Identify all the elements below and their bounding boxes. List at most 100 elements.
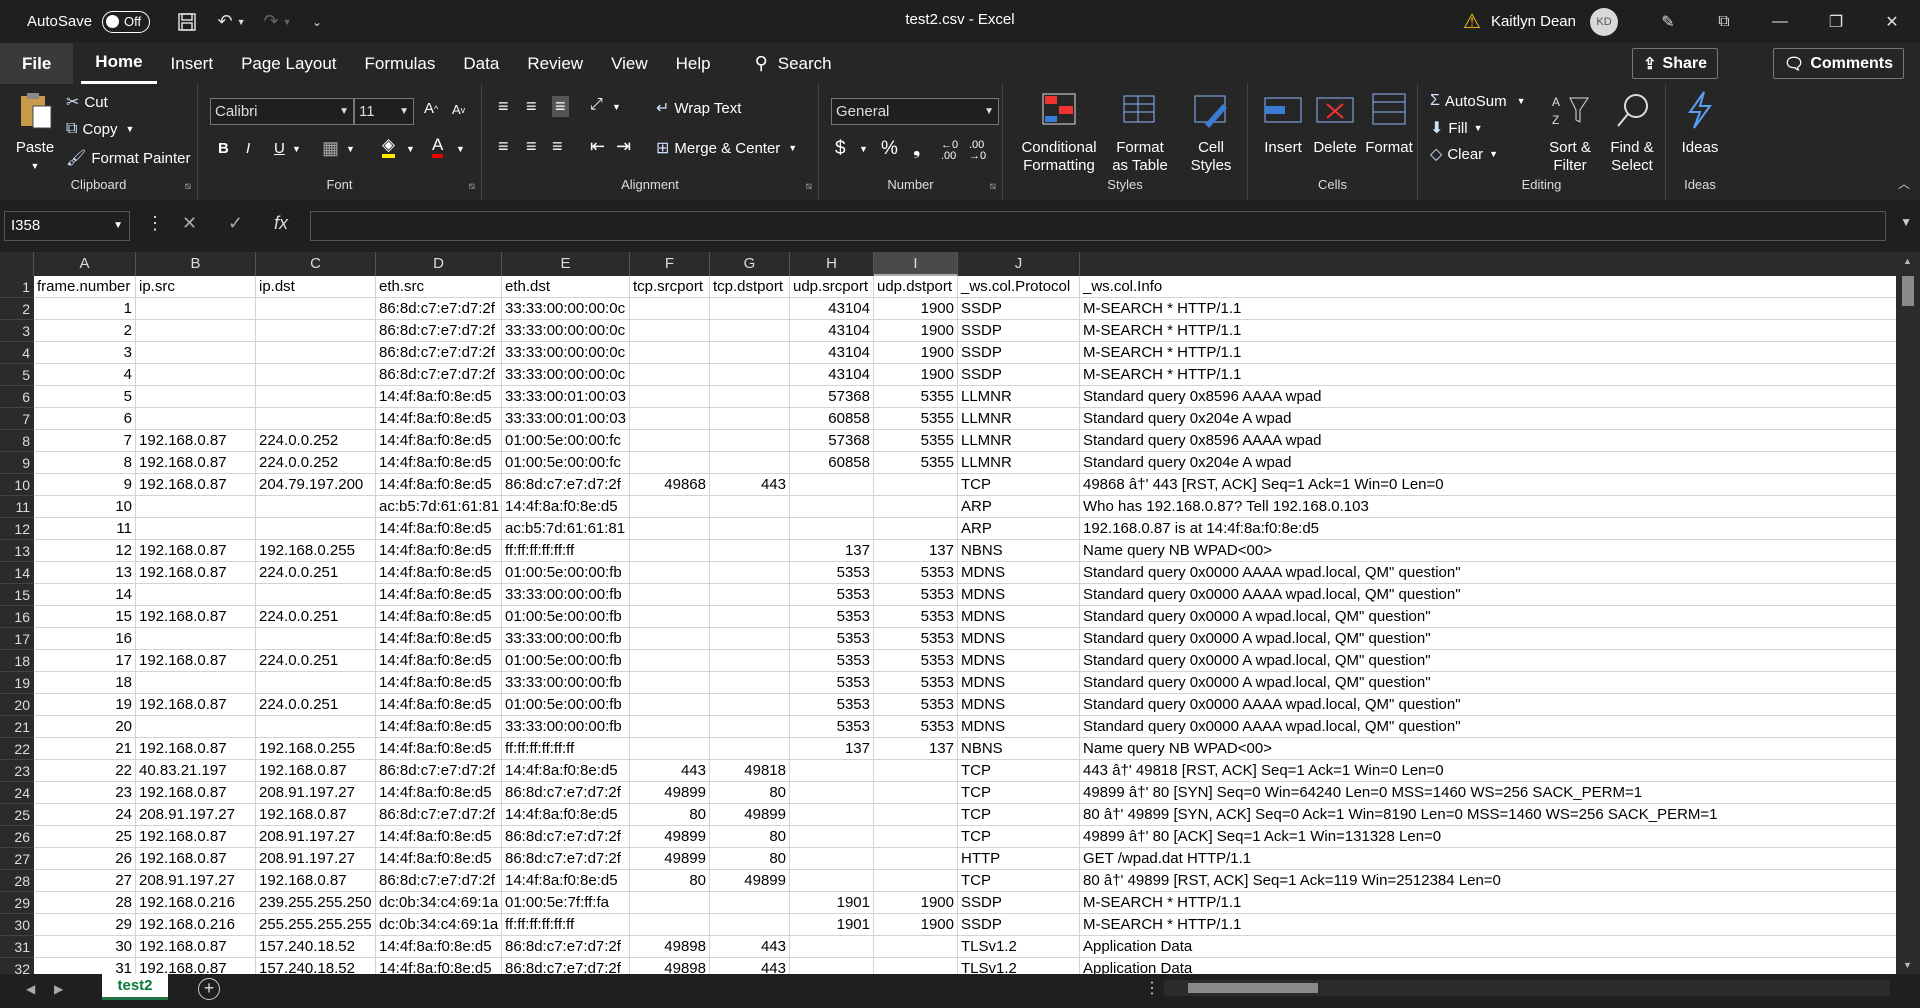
table-cell[interactable]: LLMNR: [958, 452, 1080, 474]
table-cell[interactable]: 86:8d:c7:e7:d7:2f: [376, 870, 502, 892]
table-cell[interactable]: 208.91.197.27: [256, 782, 376, 804]
warning-icon[interactable]: ⚠: [1463, 9, 1481, 34]
align-left-icon[interactable]: ≡: [498, 136, 509, 157]
table-cell[interactable]: TLSv1.2: [958, 958, 1080, 974]
table-cell[interactable]: TCP: [958, 474, 1080, 496]
table-cell[interactable]: dc:0b:34:c4:69:1a: [376, 914, 502, 936]
table-cell[interactable]: [710, 342, 790, 364]
table-cell[interactable]: 14:4f:8a:f0:8e:d5: [376, 386, 502, 408]
table-cell[interactable]: 224.0.0.251: [256, 562, 376, 584]
table-cell[interactable]: [710, 694, 790, 716]
table-cell[interactable]: 10: [34, 496, 136, 518]
table-cell[interactable]: MDNS: [958, 694, 1080, 716]
font-name-select[interactable]: Calibri ▼: [210, 98, 354, 125]
italic-button[interactable]: I: [246, 140, 250, 157]
table-cell[interactable]: 49899 â†' 80 [SYN] Seq=0 Win=64240 Len=0…: [1080, 782, 1920, 804]
table-cell[interactable]: 86:8d:c7:e7:d7:2f: [376, 804, 502, 826]
table-cell[interactable]: 1900: [874, 342, 958, 364]
table-cell[interactable]: 33:33:00:01:00:03: [502, 386, 630, 408]
format-cells-button[interactable]: Format: [1362, 90, 1416, 157]
table-cell[interactable]: 80: [710, 848, 790, 870]
table-cell[interactable]: 15: [34, 606, 136, 628]
table-cell[interactable]: 192.168.0.87: [256, 760, 376, 782]
table-cell[interactable]: 01:00:5e:00:00:fc: [502, 430, 630, 452]
table-cell[interactable]: [874, 958, 958, 974]
table-cell[interactable]: [710, 606, 790, 628]
table-cell[interactable]: SSDP: [958, 364, 1080, 386]
table-cell[interactable]: Standard query 0x204e A wpad: [1080, 452, 1920, 474]
conditional-formatting-button[interactable]: Conditional Formatting: [1019, 90, 1099, 175]
format-as-table-button[interactable]: Format as Table: [1107, 90, 1173, 175]
orientation-icon[interactable]: ⤢: [590, 96, 603, 114]
table-cell[interactable]: 208.91.197.27: [256, 826, 376, 848]
sort-filter-button[interactable]: AZ Sort & Filter: [1542, 90, 1598, 175]
table-cell[interactable]: [256, 342, 376, 364]
row-header[interactable]: 13: [0, 540, 34, 562]
table-cell[interactable]: 80: [710, 826, 790, 848]
table-cell[interactable]: 443: [710, 936, 790, 958]
table-cell[interactable]: 5353: [874, 584, 958, 606]
font-launcher-icon[interactable]: ⧅: [469, 181, 475, 192]
table-cell[interactable]: [710, 364, 790, 386]
enter-icon[interactable]: ✓: [228, 213, 243, 234]
undo-dropdown-icon[interactable]: ▼: [234, 7, 248, 37]
table-cell[interactable]: 21: [34, 738, 136, 760]
table-cell[interactable]: 192.168.0.255: [256, 540, 376, 562]
insert-function-icon[interactable]: fx: [274, 213, 288, 234]
table-cell[interactable]: 1901: [790, 914, 874, 936]
table-cell[interactable]: M-SEARCH * HTTP/1.1: [1080, 342, 1920, 364]
table-cell[interactable]: [630, 694, 710, 716]
column-header-i[interactable]: I: [874, 252, 958, 276]
table-cell[interactable]: [630, 452, 710, 474]
cut-button[interactable]: ✂ Cut: [66, 92, 108, 112]
table-cell[interactable]: 86:8d:c7:e7:d7:2f: [376, 342, 502, 364]
user-name[interactable]: Kaitlyn Dean: [1491, 13, 1576, 30]
table-cell[interactable]: 49899: [630, 826, 710, 848]
table-cell[interactable]: dc:0b:34:c4:69:1a: [376, 892, 502, 914]
fill-color-dropdown-icon[interactable]: ▼: [406, 144, 415, 154]
tab-help[interactable]: Help: [662, 43, 725, 84]
table-cell[interactable]: 192.168.0.87: [136, 474, 256, 496]
table-cell[interactable]: [790, 782, 874, 804]
table-cell[interactable]: 49899: [630, 782, 710, 804]
row-header[interactable]: 24: [0, 782, 34, 804]
clear-button[interactable]: ◇ Clear ▼: [1430, 144, 1498, 164]
table-cell[interactable]: Standard query 0x0000 A wpad.local, QM" …: [1080, 650, 1920, 672]
table-cell[interactable]: [790, 760, 874, 782]
table-cell[interactable]: [790, 804, 874, 826]
table-cell[interactable]: 255.255.255.255: [256, 914, 376, 936]
orientation-dropdown-icon[interactable]: ▼: [612, 102, 621, 112]
table-cell[interactable]: ARP: [958, 518, 1080, 540]
tab-formulas[interactable]: Formulas: [351, 43, 450, 84]
horizontal-scrollbar[interactable]: [1164, 980, 1890, 996]
decrease-font-icon[interactable]: Av: [452, 102, 465, 117]
table-cell[interactable]: 239.255.255.250: [256, 892, 376, 914]
table-cell[interactable]: ff:ff:ff:ff:ff:ff: [502, 738, 630, 760]
table-cell[interactable]: 86:8d:c7:e7:d7:2f: [502, 958, 630, 974]
table-cell[interactable]: Application Data: [1080, 936, 1920, 958]
table-cell[interactable]: 49899: [710, 804, 790, 826]
row-header[interactable]: 25: [0, 804, 34, 826]
column-header-c[interactable]: C: [256, 252, 376, 276]
table-cell[interactable]: NBNS: [958, 540, 1080, 562]
table-cell[interactable]: TLSv1.2: [958, 936, 1080, 958]
table-cell[interactable]: [630, 584, 710, 606]
table-cell[interactable]: 137: [874, 540, 958, 562]
tab-page-layout[interactable]: Page Layout: [227, 43, 350, 84]
table-cell[interactable]: Standard query 0x0000 A wpad.local, QM" …: [1080, 628, 1920, 650]
table-cell[interactable]: [874, 826, 958, 848]
autosave[interactable]: AutoSave Off: [27, 10, 151, 33]
table-cell[interactable]: MDNS: [958, 716, 1080, 738]
fill-dropdown-icon[interactable]: ▼: [1474, 123, 1483, 133]
table-cell[interactable]: [710, 716, 790, 738]
table-cell[interactable]: [710, 672, 790, 694]
table-cell[interactable]: MDNS: [958, 584, 1080, 606]
table-cell[interactable]: SSDP: [958, 320, 1080, 342]
select-all-corner[interactable]: [0, 252, 34, 276]
table-cell[interactable]: 192.168.0.87: [136, 430, 256, 452]
table-cell[interactable]: 192.168.0.87: [136, 782, 256, 804]
row-header[interactable]: 15: [0, 584, 34, 606]
table-cell[interactable]: GET /wpad.dat HTTP/1.1: [1080, 848, 1920, 870]
delete-cells-button[interactable]: Delete: [1310, 90, 1360, 157]
table-cell[interactable]: 1900: [874, 914, 958, 936]
